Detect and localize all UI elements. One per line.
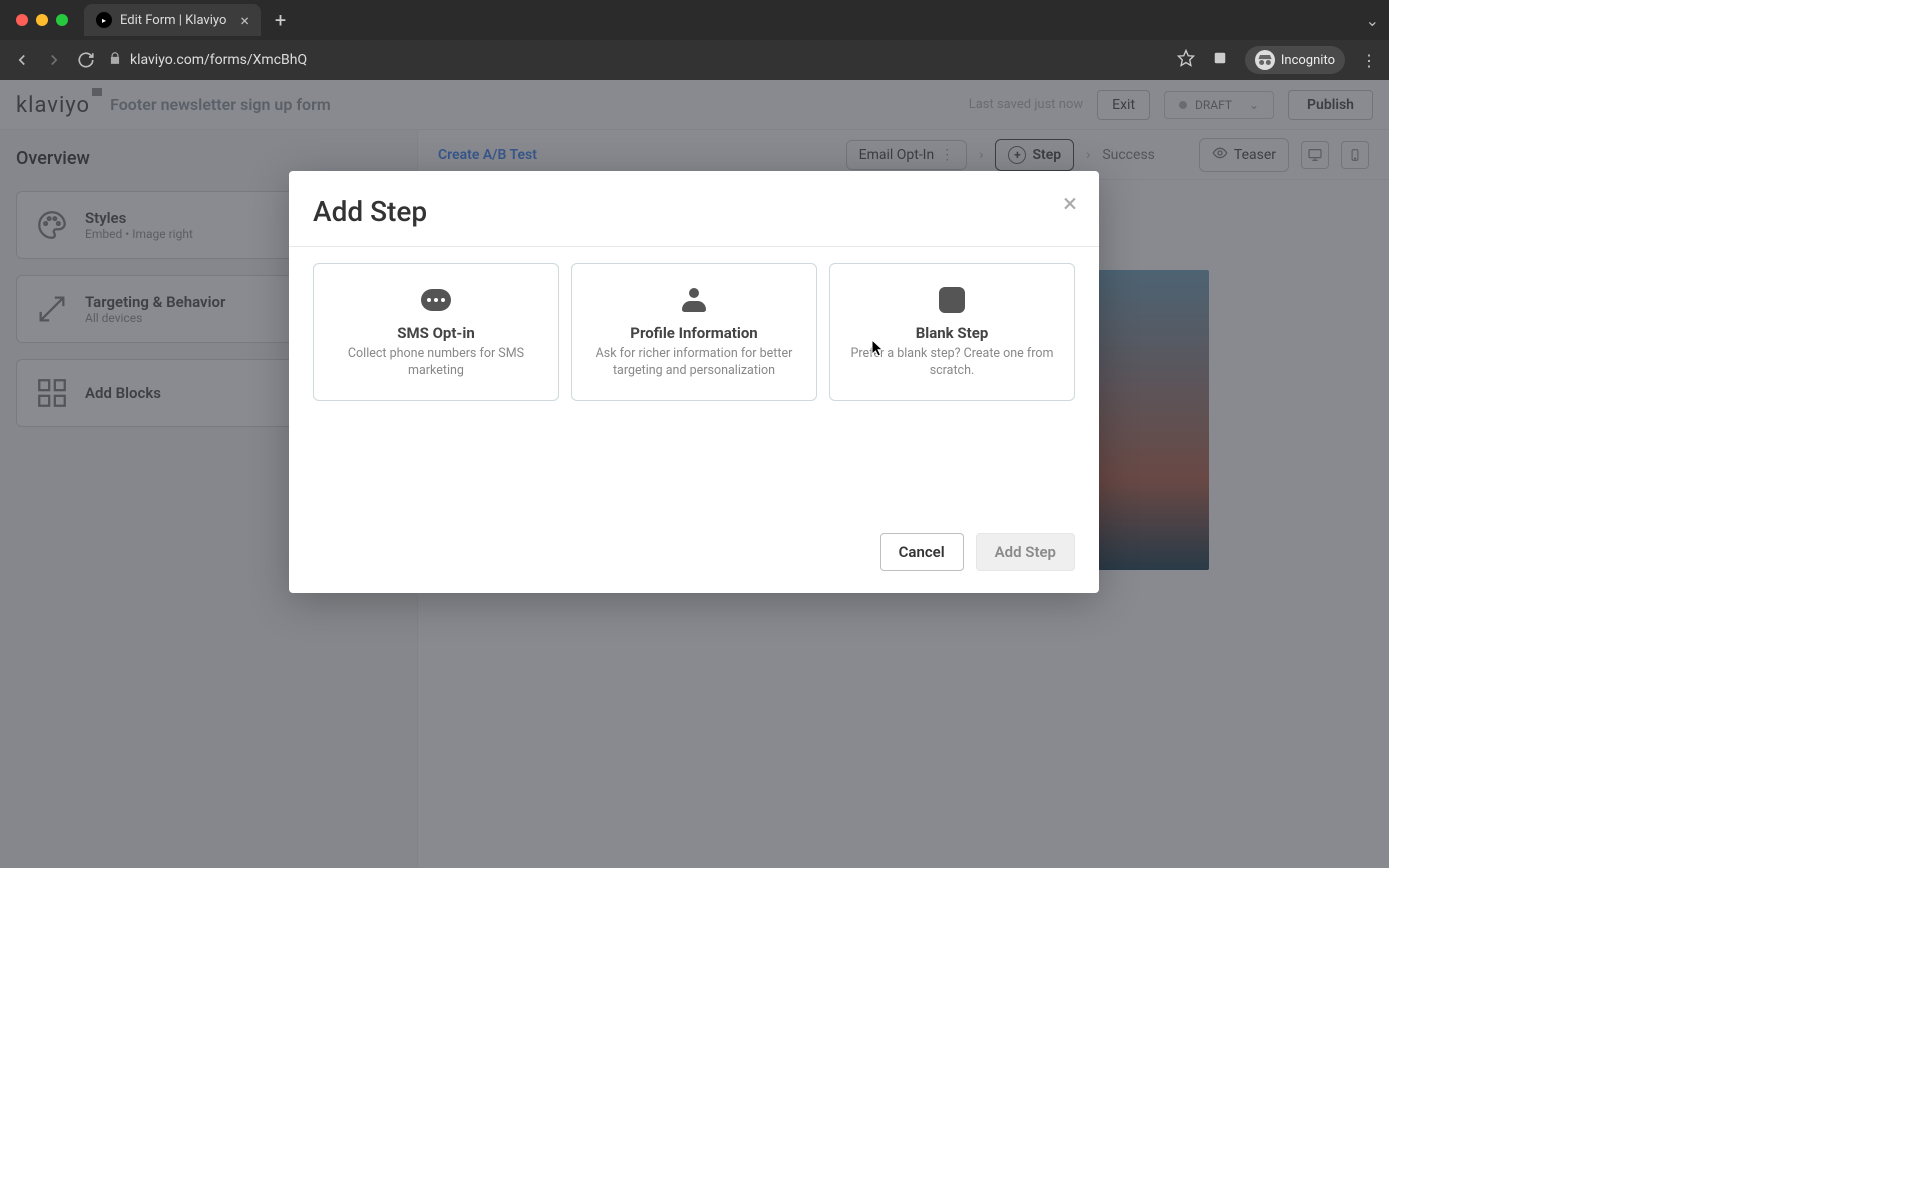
sms-title: SMS Opt-in bbox=[328, 324, 544, 342]
lock-icon bbox=[108, 51, 122, 69]
bookmark-star-icon[interactable] bbox=[1177, 49, 1195, 71]
favicon-icon: ▸ bbox=[96, 12, 112, 28]
blank-square-icon bbox=[844, 286, 1060, 314]
url-text: klaviyo.com/forms/XmcBhQ bbox=[130, 52, 307, 68]
cancel-button[interactable]: Cancel bbox=[880, 533, 964, 571]
modal-close-icon[interactable]: × bbox=[1063, 189, 1077, 219]
browser-tab[interactable]: ▸ Edit Form | Klaviyo × bbox=[84, 4, 261, 36]
sms-bubble-icon bbox=[328, 286, 544, 314]
tabs-overflow-icon[interactable]: ⌄ bbox=[1366, 11, 1379, 30]
extensions-icon[interactable] bbox=[1211, 49, 1229, 71]
browser-menu-icon[interactable]: ⋮ bbox=[1361, 51, 1377, 70]
address-bar[interactable]: klaviyo.com/forms/XmcBhQ bbox=[108, 51, 1165, 69]
toolbar-right: Incognito ⋮ bbox=[1177, 46, 1377, 74]
incognito-label: Incognito bbox=[1281, 53, 1335, 68]
blank-desc: Prefer a blank step? Create one from scr… bbox=[844, 346, 1060, 380]
profile-desc: Ask for richer information for better ta… bbox=[586, 346, 802, 380]
window-controls bbox=[16, 14, 68, 26]
browser-chrome: ▸ Edit Form | Klaviyo × + ⌄ klaviyo.com/… bbox=[0, 0, 1389, 80]
new-tab-button[interactable]: + bbox=[275, 8, 286, 32]
profile-title: Profile Information bbox=[586, 324, 802, 342]
blank-title: Blank Step bbox=[844, 324, 1060, 342]
modal-title: Add Step bbox=[313, 195, 1075, 228]
divider bbox=[289, 246, 1099, 247]
traffic-light-minimize[interactable] bbox=[36, 14, 48, 26]
tab-title: Edit Form | Klaviyo bbox=[120, 13, 226, 28]
tab-strip: ▸ Edit Form | Klaviyo × + ⌄ bbox=[0, 0, 1389, 40]
nav-back-icon[interactable] bbox=[12, 50, 32, 70]
step-card-profile[interactable]: Profile Information Ask for richer infor… bbox=[571, 263, 817, 401]
sms-desc: Collect phone numbers for SMS marketing bbox=[328, 346, 544, 380]
browser-toolbar: klaviyo.com/forms/XmcBhQ Incognito ⋮ bbox=[0, 40, 1389, 80]
step-card-sms[interactable]: SMS Opt-in Collect phone numbers for SMS… bbox=[313, 263, 559, 401]
nav-reload-icon[interactable] bbox=[76, 50, 96, 70]
step-card-blank[interactable]: Blank Step Prefer a blank step? Create o… bbox=[829, 263, 1075, 401]
add-step-button[interactable]: Add Step bbox=[976, 533, 1075, 571]
traffic-light-close[interactable] bbox=[16, 14, 28, 26]
tab-close-icon[interactable]: × bbox=[240, 11, 249, 30]
add-step-modal: Add Step × SMS Opt-in Collect phone numb… bbox=[289, 171, 1099, 593]
person-icon bbox=[586, 286, 802, 314]
traffic-light-zoom[interactable] bbox=[56, 14, 68, 26]
incognito-icon bbox=[1255, 50, 1275, 70]
nav-forward-icon[interactable] bbox=[44, 50, 64, 70]
incognito-badge[interactable]: Incognito bbox=[1245, 46, 1345, 74]
